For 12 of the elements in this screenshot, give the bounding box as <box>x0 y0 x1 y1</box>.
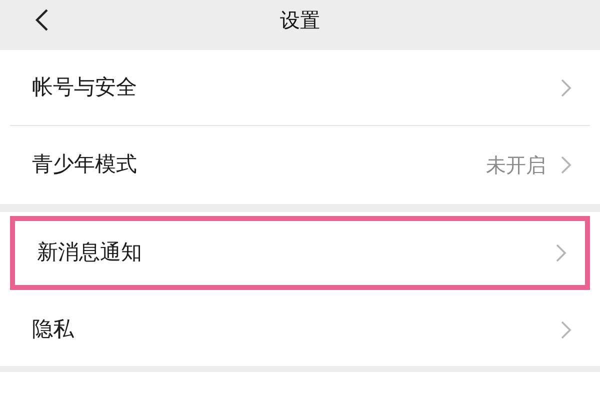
back-icon <box>35 8 49 32</box>
chevron-right-icon <box>555 243 567 263</box>
chevron-right-icon <box>560 78 572 98</box>
page-title: 设置 <box>280 7 320 34</box>
row-value: 未开启 <box>486 152 546 179</box>
settings-row[interactable]: 新消息通知 <box>10 216 590 290</box>
chevron-right-icon <box>560 155 572 175</box>
row-label: 帐号与安全 <box>32 74 138 101</box>
row-label: 隐私 <box>32 316 75 344</box>
chevron-right-icon <box>560 320 572 340</box>
row-label: 新消息通知 <box>37 239 143 266</box>
row-label: 青少年模式 <box>32 151 138 178</box>
